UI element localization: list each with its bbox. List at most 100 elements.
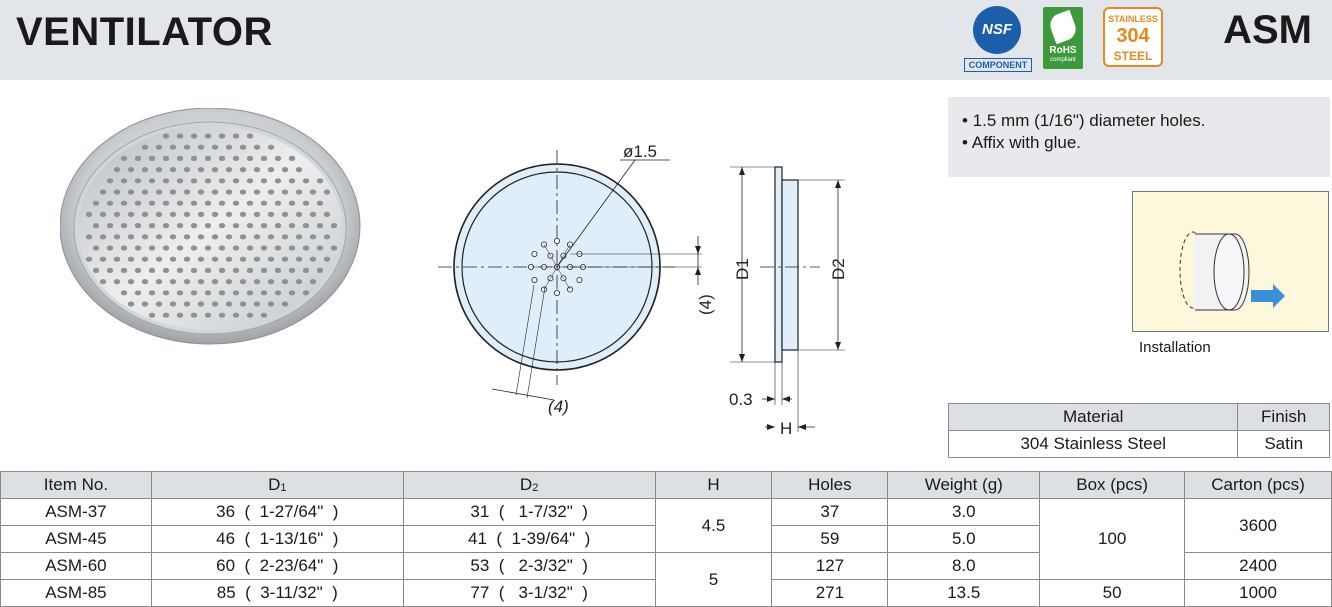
perforation-dot [99,279,107,285]
perforation-dot [302,290,310,296]
note-affix-glue: • Affix with glue. [962,133,1082,152]
perforation-dot [288,245,296,251]
material-table: Material Finish 304 Stainless Steel Sati… [947,403,1330,458]
perforation-dot [113,256,121,262]
perforation-dot [127,279,135,285]
page-title: VENTILATOR [16,10,273,54]
perforation-dot [225,167,233,173]
perforation-dot [211,301,219,307]
perforation-dot [274,223,282,229]
weight-cell: 3.0 [887,498,1041,526]
perforation-dot [176,178,184,184]
perforation-dot [253,256,261,262]
model-code: ASM [1223,8,1312,52]
carton-cell: 2400 [1184,552,1332,580]
perforation-dot [106,245,114,251]
perforation-dot [232,155,240,161]
d2-cell: 53 ( 2-3/32" ) [402,552,656,580]
rohs-badge-icon: RoHS compliant [1043,7,1083,69]
perforation-dot [253,189,261,195]
perforation-dot [225,211,233,217]
perforation-dot [113,211,121,217]
perforation-dot [183,234,191,240]
perforation-dot [183,256,191,262]
front-view: ø1.5 (4) (4) [438,142,715,416]
perforation-dot [302,245,310,251]
d2-cell: 41 ( 1-39/64" ) [402,525,656,553]
perforation-dot [260,245,268,251]
perforation-dot [309,189,317,195]
perforation-dot [267,211,275,217]
perforation-dot [288,267,296,273]
perforation-dot [197,167,205,173]
perforation-dot [281,279,289,285]
perforation-dot [218,223,226,229]
perforation-dot [169,256,177,262]
spec-table: Item No. D1 D2 H Holes Weight (g) Box (p… [0,471,1332,607]
perforation-dot [246,290,254,296]
vent-hole [531,276,538,283]
perforation-dot [225,234,233,240]
perforation-dot [162,155,170,161]
perforation-dot [260,223,268,229]
perforation-dot [141,279,149,285]
side-view: D1 D2 0.3 H [729,166,848,438]
d2-header: D2 [402,471,656,499]
steel-top-label: STAINLESS [1108,14,1158,24]
h-label: H [780,419,792,438]
perforation-dot [309,256,317,262]
perforation-dot [218,133,226,139]
perforation-dot [162,200,170,206]
perforation-dot [127,189,135,195]
h-header: H [654,471,773,499]
perforation-dot [225,144,233,150]
perforation-dot [169,234,177,240]
technical-drawing: ø1.5 (4) (4) D1 D2 0.3 H [438,142,848,438]
perforation-dot [309,279,317,285]
perforation-dot [183,144,191,150]
perforation-dot [246,312,254,318]
perforation-dot [267,167,275,173]
perforation-dot [218,155,226,161]
perforation-dot [239,256,247,262]
perforation-dot [120,267,128,273]
perforation-dot [162,267,170,273]
perforation-dot [246,178,254,184]
header-bar: VENTILATOR NSF COMPONENT RoHS compliant … [0,0,1332,80]
rohs-sub-label: compliant [1050,57,1076,63]
perforation-dot [239,234,247,240]
perforation-dot [176,200,184,206]
perforation-dot [295,211,303,217]
perforation-dot [127,256,135,262]
thickness-label: 0.3 [729,390,753,409]
perforation-dot [148,178,156,184]
perforation-dot [141,301,149,307]
weight-cell: 13.5 [887,579,1041,607]
perforation-dot [106,178,114,184]
perforation-dot [246,245,254,251]
perforation-dot [169,301,177,307]
d1-cell: 46 ( 1-13/16" ) [150,525,404,553]
perforation-dot [148,200,156,206]
perforation-dot [148,290,156,296]
perforation-dot [204,245,212,251]
perforation-dot [218,267,226,273]
perforation-dot [190,223,198,229]
d2-cell: 31 ( 1-7/32" ) [402,498,656,526]
perforation-dot [190,290,198,296]
perforation-dot [113,234,121,240]
perforation-dot [218,200,226,206]
perforation-dot [197,144,205,150]
perforation-dot [162,178,170,184]
d1-cell: 60 ( 2-23/64" ) [150,552,404,580]
installation-diagram [1132,191,1329,332]
perforation-dot [246,200,254,206]
weight-cell: 8.0 [887,552,1041,580]
perforation-dot [127,167,135,173]
perforation-dot [120,223,128,229]
perforation-dot [169,144,177,150]
perforation-dot [288,290,296,296]
perforation-dot [267,234,275,240]
perforation-dot [260,200,268,206]
perforation-dot [141,167,149,173]
